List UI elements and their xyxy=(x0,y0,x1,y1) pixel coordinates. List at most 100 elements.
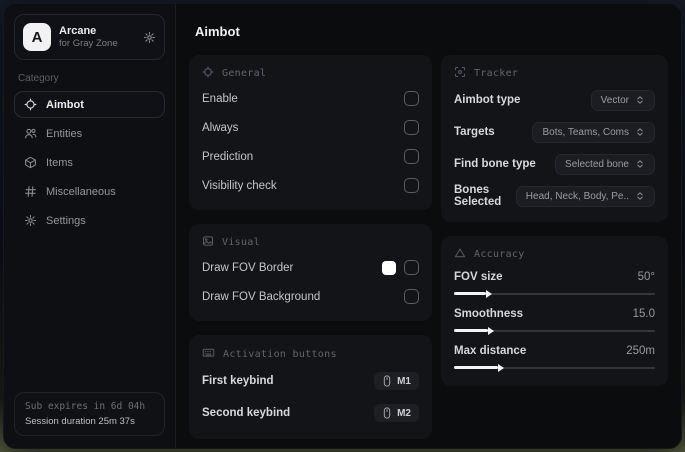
find-bone-type-select[interactable]: Selected bone xyxy=(555,153,655,175)
always-checkbox[interactable] xyxy=(404,120,419,135)
brand-subtitle: for Gray Zone xyxy=(59,38,118,49)
panel-title: Tracker xyxy=(474,68,519,79)
row-label: Targets xyxy=(454,126,495,138)
fov-size-slider[interactable] xyxy=(454,288,655,299)
smoothness-row: Smoothness 15.0 xyxy=(454,308,655,336)
panel-title: Activation buttons xyxy=(223,348,337,360)
keyboard-icon xyxy=(202,346,215,362)
select-value: Bots, Teams, Coms xyxy=(542,126,629,138)
session-duration-text: Session duration 25m 37s xyxy=(25,416,135,427)
app-window: A Arcane for Gray Zone Category Aimbot E… xyxy=(4,4,681,448)
sidebar-item-settings[interactable]: Settings xyxy=(14,207,165,234)
chevron-up-down-icon xyxy=(637,192,643,200)
slider-thumb[interactable] xyxy=(498,363,505,372)
box-icon xyxy=(24,156,37,169)
slider-thumb[interactable] xyxy=(486,289,493,298)
scan-target-icon xyxy=(454,66,466,81)
visibility-check-checkbox[interactable] xyxy=(404,178,419,193)
max-distance-row: Max distance 250m xyxy=(454,345,655,373)
general-panel-header: General xyxy=(202,66,419,81)
sidebar-item-label: Items xyxy=(46,156,73,169)
mouse-icon xyxy=(383,375,391,387)
first-keybind-row: First keybind M1 xyxy=(202,368,419,394)
draw-fov-border-checkbox[interactable] xyxy=(404,260,419,275)
accuracy-panel-header: Accuracy xyxy=(454,247,655,262)
slider-fill xyxy=(454,363,505,372)
sub-expires-text: Sub expires in 6d 04h xyxy=(25,401,146,412)
targets-row: Targets Bots, Teams, Coms xyxy=(454,119,655,145)
max-distance-value: 250m xyxy=(626,345,655,357)
targets-select[interactable]: Bots, Teams, Coms xyxy=(532,121,655,143)
keybind-value: M1 xyxy=(397,375,411,387)
users-icon xyxy=(24,127,37,140)
page-title: Aimbot xyxy=(195,24,240,39)
fov-border-color-swatch[interactable] xyxy=(382,260,396,275)
sidebar-item-label: Miscellaneous xyxy=(46,185,116,198)
row-label: Smoothness xyxy=(454,308,524,320)
find-bone-type-row: Find bone type Selected bone xyxy=(454,151,655,177)
visual-panel-header: Visual xyxy=(202,235,419,250)
visibility-check-row: Visibility check xyxy=(202,174,419,197)
chevron-up-down-icon xyxy=(637,128,643,136)
brand-name: Arcane xyxy=(59,25,97,37)
prediction-row: Prediction xyxy=(202,145,419,168)
sidebar-item-entities[interactable]: Entities xyxy=(14,120,165,147)
crosshair-icon xyxy=(202,66,214,81)
app-logo: A xyxy=(23,23,51,51)
row-label: First keybind xyxy=(202,375,274,387)
row-label: FOV size xyxy=(454,271,503,283)
enable-checkbox[interactable] xyxy=(404,91,419,106)
mouse-icon xyxy=(383,407,391,419)
accuracy-panel: Accuracy FOV size 50° Smoothness 15.0 Ma… xyxy=(441,236,668,386)
tracker-panel: Tracker Aimbot type Vector Targets Bots,… xyxy=(441,55,668,222)
draw-fov-background-row: Draw FOV Background xyxy=(202,285,419,308)
chevron-up-down-icon xyxy=(637,96,643,104)
aimbot-type-select[interactable]: Vector xyxy=(590,89,655,111)
smoothness-slider[interactable] xyxy=(454,325,655,336)
always-row: Always xyxy=(202,116,419,139)
slider-thumb[interactable] xyxy=(488,326,495,335)
sidebar-nav: Aimbot Entities Items Miscellaneous Sett… xyxy=(14,91,165,234)
gear-icon xyxy=(24,214,37,227)
enable-row: Enable xyxy=(202,87,419,110)
main-content: Aimbot General Enable Always Prediction … xyxy=(176,4,681,448)
general-panel: General Enable Always Prediction Visibil… xyxy=(189,55,432,210)
gear-icon[interactable] xyxy=(143,31,156,44)
fov-size-value: 50° xyxy=(637,271,655,283)
row-label: Bones Selected xyxy=(454,184,502,208)
category-label: Category xyxy=(18,73,59,84)
second-keybind-button[interactable]: M2 xyxy=(374,404,419,422)
tracker-panel-header: Tracker xyxy=(454,66,655,81)
brand-text: Arcane for Gray Zone xyxy=(59,25,118,49)
panel-title: Accuracy xyxy=(474,249,525,260)
select-value: Vector xyxy=(600,94,629,106)
row-label: Draw FOV Border xyxy=(202,261,294,274)
subscription-card: Sub expires in 6d 04h Session duration 2… xyxy=(14,392,165,436)
slider-fill xyxy=(454,326,495,335)
desktop-background: A Arcane for Gray Zone Category Aimbot E… xyxy=(0,0,685,452)
first-keybind-button[interactable]: M1 xyxy=(374,372,419,390)
prediction-checkbox[interactable] xyxy=(404,149,419,164)
sidebar-item-aimbot[interactable]: Aimbot xyxy=(14,91,165,118)
row-label: Visibility check xyxy=(202,179,277,192)
activation-panel: Activation buttons First keybind M1 Seco… xyxy=(189,335,432,439)
smoothness-value: 15.0 xyxy=(632,308,655,320)
sidebar-item-items[interactable]: Items xyxy=(14,149,165,176)
row-label: Second keybind xyxy=(202,407,291,419)
draw-fov-background-checkbox[interactable] xyxy=(404,289,419,304)
sidebar-item-miscellaneous[interactable]: Miscellaneous xyxy=(14,178,165,205)
panel-title: Visual xyxy=(222,237,260,248)
bones-selected-select[interactable]: Head, Neck, Body, Pe.. xyxy=(515,185,655,207)
slider-fill xyxy=(454,289,493,298)
row-label: Prediction xyxy=(202,150,254,163)
row-label: Aimbot type xyxy=(454,94,521,106)
row-label: Enable xyxy=(202,92,238,105)
sidebar: A Arcane for Gray Zone Category Aimbot E… xyxy=(4,4,176,448)
bones-selected-row: Bones Selected Head, Neck, Body, Pe.. xyxy=(454,183,655,209)
chevron-up-down-icon xyxy=(637,160,643,168)
sidebar-item-label: Aimbot xyxy=(46,98,84,111)
triangle-icon xyxy=(454,247,466,262)
fov-size-row: FOV size 50° xyxy=(454,271,655,299)
max-distance-slider[interactable] xyxy=(454,362,655,373)
aimbot-type-row: Aimbot type Vector xyxy=(454,87,655,113)
